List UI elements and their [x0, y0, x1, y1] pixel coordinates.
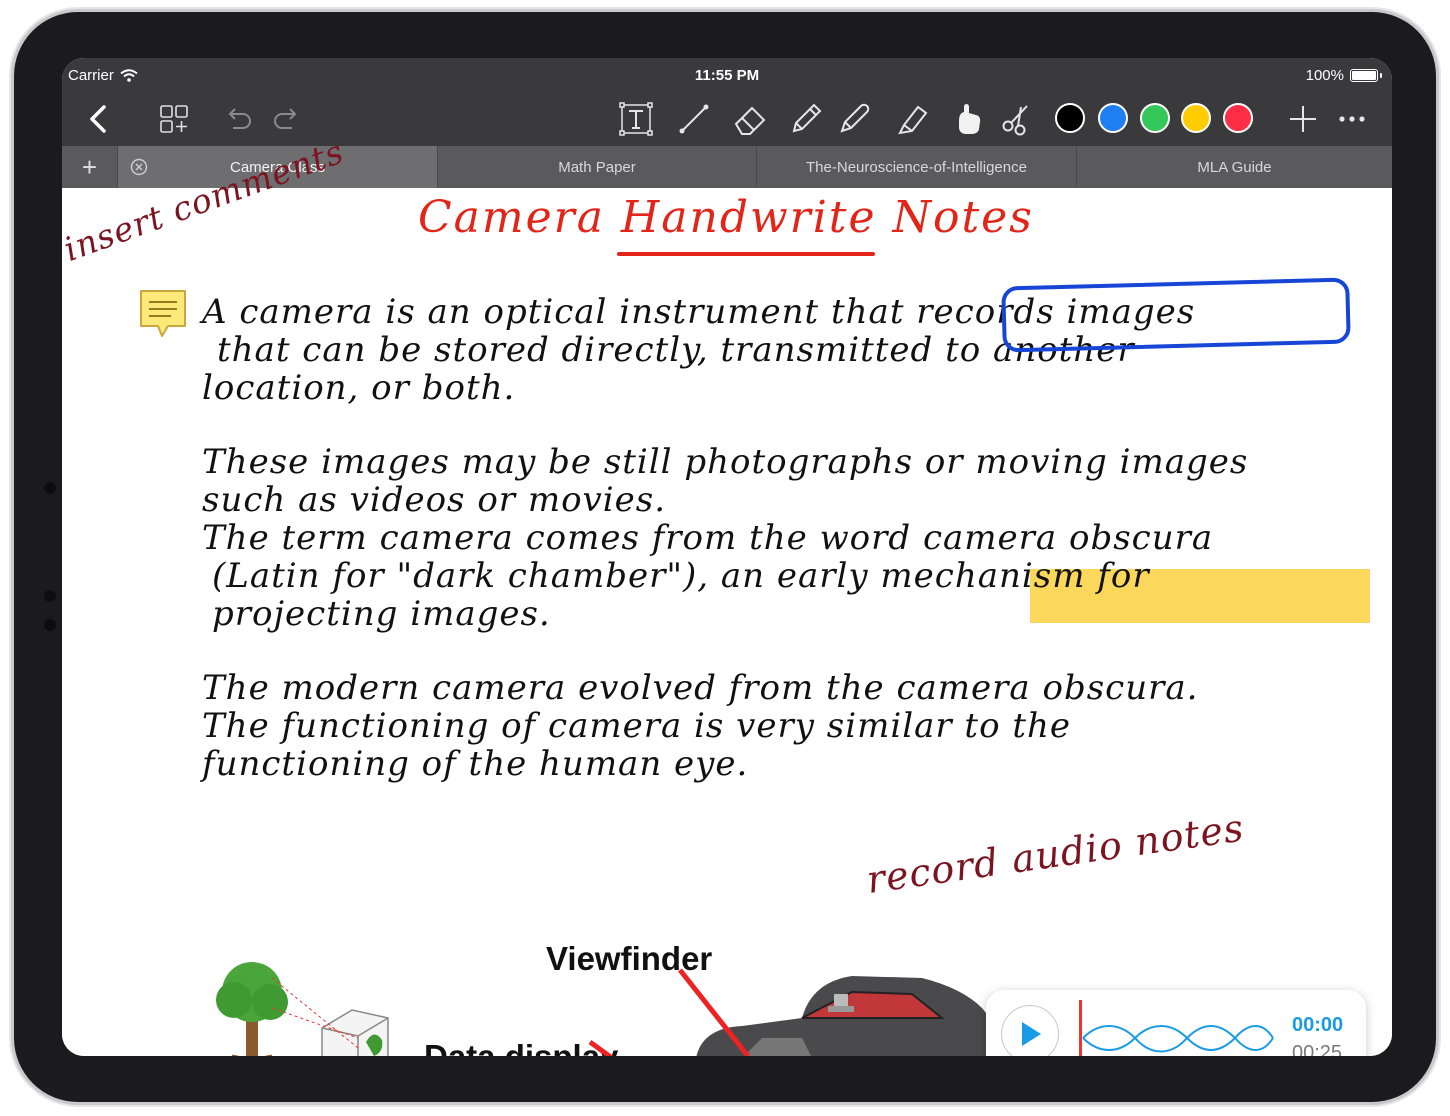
- comment-audio: record audio notes: [863, 805, 1247, 902]
- add-icon: [1290, 106, 1316, 132]
- tab-label: Math Paper: [558, 158, 636, 176]
- battery-icon: [1350, 69, 1382, 82]
- close-tab-icon[interactable]: [130, 158, 148, 176]
- text-line: functioning of the human eye.: [202, 744, 749, 784]
- text-line: projecting images.: [212, 594, 551, 634]
- battery: 100%: [1305, 67, 1382, 84]
- tab-label: The-Neuroscience-of-Intelligence: [806, 158, 1027, 176]
- tab-label: MLA Guide: [1197, 158, 1272, 176]
- color-swatch-blue[interactable]: [1098, 103, 1128, 133]
- audio-player: 00:00 00:25: [986, 990, 1366, 1056]
- diagram-pointer-lines: [588, 968, 750, 1056]
- audio-duration: 00:25: [1292, 1042, 1343, 1056]
- color-swatch-red[interactable]: [1223, 103, 1253, 133]
- new-tab-button[interactable]: +: [62, 146, 117, 188]
- side-button: [44, 482, 56, 494]
- text-line: such as videos or movies.: [202, 480, 667, 520]
- pencil-icon: [840, 103, 870, 133]
- line-tool-button[interactable]: [674, 92, 714, 146]
- pencil-tool-button[interactable]: [834, 92, 874, 146]
- play-button[interactable]: [1001, 1005, 1059, 1056]
- text-box-icon: [619, 102, 653, 136]
- lasso-hand-icon: [959, 104, 981, 134]
- tab-mla-guide[interactable]: MLA Guide: [1076, 146, 1392, 188]
- undo-button[interactable]: [222, 92, 256, 146]
- text-line: that can be stored directly, transmitted…: [217, 330, 1135, 370]
- back-button[interactable]: [80, 92, 116, 146]
- screen: Carrier 11:55 PM 100% + Camera Class Mat…: [62, 58, 1392, 1056]
- text-line: The functioning of camera is very simila…: [202, 706, 1072, 746]
- note-title: Camera Handwrite Notes: [418, 192, 1034, 243]
- undo-icon: [228, 108, 251, 129]
- sticky-note-icon[interactable]: [138, 288, 188, 340]
- side-button: [44, 590, 56, 602]
- text-line: The term camera comes from the word came…: [202, 518, 1214, 558]
- highlighter-icon: [898, 105, 928, 135]
- text-line: These images may be still photographs or…: [202, 442, 1249, 482]
- battery-percent: 100%: [1305, 67, 1344, 84]
- tab-neuroscience[interactable]: The-Neuroscience-of-Intelligence: [756, 146, 1076, 188]
- text-line: The modern camera evolved from the camer…: [202, 668, 1199, 708]
- text-line: location, or both.: [202, 368, 516, 408]
- pen-icon: [792, 103, 822, 133]
- audio-elapsed: 00:00: [1292, 1014, 1344, 1036]
- redo-icon: [274, 108, 297, 129]
- line-icon: [679, 104, 709, 134]
- title-underline: [617, 252, 875, 256]
- scissors-icon: [1002, 105, 1028, 136]
- highlighter-tool-button[interactable]: [892, 92, 932, 146]
- eraser-icon: [734, 106, 766, 135]
- eraser-tool-button[interactable]: [730, 92, 770, 146]
- more-button[interactable]: [1332, 92, 1372, 146]
- page-grid-button[interactable]: [154, 92, 194, 146]
- color-swatch-green[interactable]: [1140, 103, 1170, 133]
- side-button: [44, 619, 56, 631]
- back-icon: [90, 105, 106, 133]
- text-tool-button[interactable]: [616, 92, 656, 146]
- page-grid-icon: [160, 105, 188, 133]
- text-line: (Latin for "dark chamber"), an early mec…: [212, 556, 1150, 596]
- play-icon: [1022, 1022, 1041, 1046]
- more-icon: [1339, 116, 1365, 122]
- waveform[interactable]: [1079, 1000, 1277, 1056]
- tab-math-paper[interactable]: Math Paper: [437, 146, 756, 188]
- color-swatch-yellow[interactable]: [1181, 103, 1211, 133]
- redo-button[interactable]: [269, 92, 303, 146]
- color-swatch-black[interactable]: [1055, 103, 1085, 133]
- scissors-tool-button[interactable]: [996, 92, 1036, 146]
- circled-phrase: [1001, 277, 1351, 353]
- toolbar: [62, 92, 1392, 146]
- note-canvas[interactable]: Camera Handwrite Notes insert comments A…: [62, 132, 1392, 1056]
- lasso-tool-button[interactable]: [948, 92, 988, 146]
- clock: 11:55 PM: [694, 67, 760, 84]
- pen-tool-button[interactable]: [786, 92, 826, 146]
- add-button[interactable]: [1283, 92, 1323, 146]
- status-bar: Carrier 11:55 PM 100%: [62, 58, 1392, 92]
